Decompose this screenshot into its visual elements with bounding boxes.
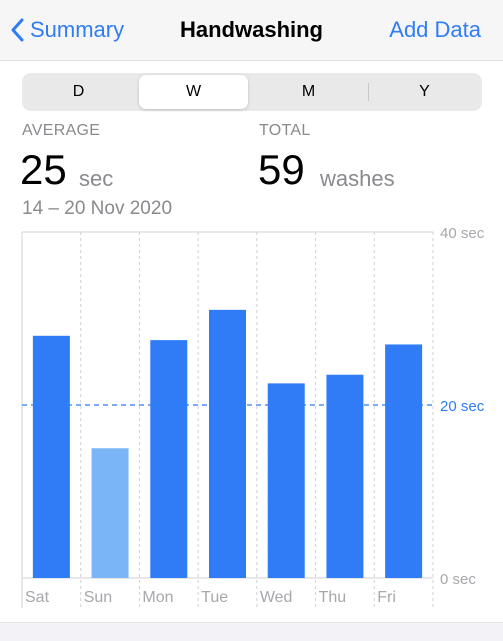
segment-divider (368, 83, 369, 101)
date-range: 14 – 20 Nov 2020 (22, 198, 173, 219)
segment-day[interactable]: D (24, 75, 133, 109)
segment-week[interactable]: W (139, 75, 248, 109)
x-tick-label: Sat (25, 589, 50, 606)
navigation-bar: Summary Handwashing Add Data (0, 0, 503, 61)
time-range-segmented-control: D W M Y (22, 73, 482, 111)
total-value: 59 (258, 146, 305, 193)
x-tick-label: Fri (377, 589, 396, 606)
bar-tue (209, 309, 246, 578)
segment-month[interactable]: M (254, 75, 363, 109)
add-data-button[interactable]: Add Data (389, 17, 481, 43)
total-unit: washes (320, 166, 395, 191)
bar-sat (32, 335, 70, 578)
handwashing-bar-chart: 40 sec 20 sec 0 sec Sat Sun Mon Tue Wed Thu Fri (21, 225, 485, 608)
bar-sun (91, 448, 129, 578)
average-value: 25 (20, 146, 67, 193)
y-tick-label: 40 sec (440, 225, 485, 242)
y-tick-label: 20 sec (440, 398, 485, 415)
back-button[interactable]: Summary (10, 15, 124, 45)
average-label: AVERAGE (22, 122, 101, 139)
total-label: TOTAL (259, 122, 311, 139)
average-unit: sec (79, 166, 114, 191)
x-tick-label: Mon (142, 589, 173, 606)
bar-mon (150, 340, 188, 578)
y-tick-label: 0 sec (440, 571, 476, 588)
segment-year[interactable]: Y (370, 75, 479, 109)
x-tick-label: Wed (260, 589, 293, 606)
x-tick-label: Tue (201, 589, 228, 606)
bottom-bar (0, 622, 503, 641)
back-button-label: Summary (30, 17, 125, 42)
chevron-left-icon (11, 18, 24, 42)
bar-fri (385, 344, 423, 578)
bar-wed (267, 383, 305, 578)
x-tick-label: Thu (319, 589, 347, 606)
x-tick-label: Sun (84, 589, 112, 606)
